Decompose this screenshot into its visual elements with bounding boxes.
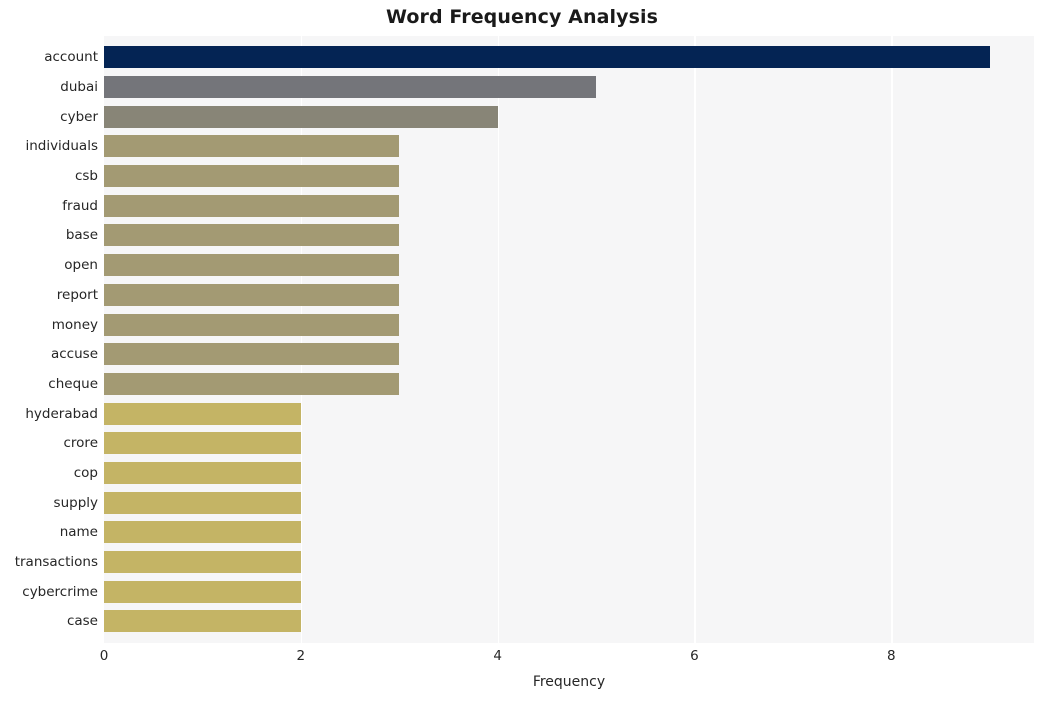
y-axis-tick-label: csb (74, 168, 98, 185)
chart-figure: Word Frequency Analysis account dubai cybe… (0, 0, 1044, 701)
x-axis-tick-label: 2 (296, 648, 306, 664)
y-axis-tick-label: individuals (25, 138, 98, 155)
y-axis-tick-label: open (64, 257, 98, 274)
y-axis-tick-label: case (66, 613, 98, 630)
y-axis-tick-label: accuse (50, 346, 98, 363)
y-axis-tick-label: transactions (14, 553, 98, 570)
y-axis-tick-label: cyber (60, 108, 98, 125)
x-axis-tick-label: 4 (493, 648, 502, 664)
bar (104, 313, 400, 336)
bar (104, 135, 400, 158)
y-axis-tick-label: hyderabad (25, 405, 98, 422)
y-axis-tick-label: cybercrime (22, 583, 98, 600)
bar (104, 105, 498, 128)
y-axis-tick-label: crore (63, 435, 99, 452)
y-axis-tick-label: dubai (60, 79, 98, 96)
y-axis-tick-label: name (59, 524, 98, 541)
bar (104, 76, 597, 99)
y-axis-tick-label: money (51, 316, 98, 333)
bar (104, 224, 400, 247)
bar (104, 372, 400, 395)
y-axis-tick-labels: account dubai cyber individuals csb fraud base… (0, 36, 98, 643)
bar (104, 402, 301, 425)
bar (104, 610, 301, 633)
y-axis-tick-label: account (44, 49, 98, 66)
y-axis-tick-label: base (65, 227, 98, 244)
bar (104, 580, 301, 603)
plot-area (104, 36, 1034, 643)
x-axis-tick-labels: 0 2 4 6 8 (0, 648, 1044, 668)
bar (104, 461, 301, 484)
bar (104, 46, 990, 69)
bar (104, 194, 400, 217)
bar (104, 432, 301, 455)
y-axis-tick-label: fraud (62, 197, 98, 214)
x-axis-tick-label: 8 (887, 648, 896, 664)
bar (104, 165, 400, 188)
x-axis-tick-label: 6 (690, 648, 699, 664)
y-axis-tick-label: supply (53, 494, 98, 511)
bar (104, 550, 301, 573)
bars-layer (104, 36, 1034, 643)
bar (104, 521, 301, 544)
chart-title: Word Frequency Analysis (385, 6, 659, 28)
bar (104, 254, 400, 277)
y-axis-tick-label: cop (73, 464, 98, 481)
y-axis-tick-label: report (56, 286, 98, 303)
bar (104, 343, 400, 366)
bar (104, 283, 400, 306)
x-axis-tick-label: 0 (99, 648, 109, 664)
y-axis-tick-label: cheque (48, 375, 98, 392)
x-axis-title: Frequency (532, 674, 606, 690)
bar (104, 491, 301, 514)
